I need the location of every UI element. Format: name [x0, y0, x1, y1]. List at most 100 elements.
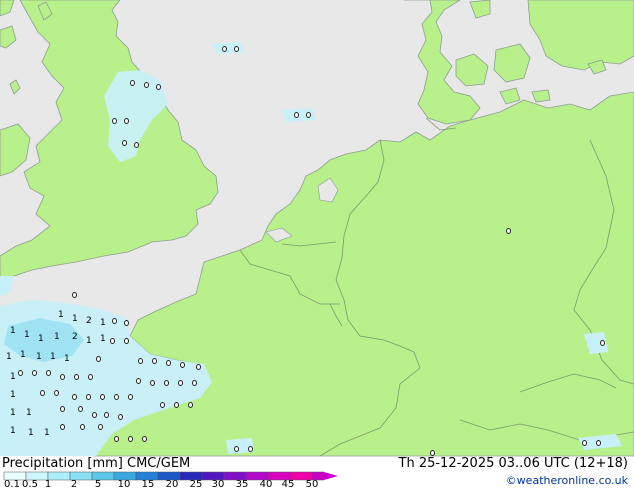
station-value-label: 1 — [44, 428, 50, 438]
rain-marker-icon — [46, 370, 51, 376]
rain-marker-icon — [294, 112, 299, 118]
rain-marker-icon — [124, 320, 129, 326]
rain-marker-icon — [96, 356, 101, 362]
rain-marker-icon — [136, 378, 141, 384]
map-title: Precipitation [mm] CMC/GEM — [2, 456, 191, 471]
legend-label: 0.1 — [4, 479, 20, 490]
station-value-label: 1 — [38, 334, 44, 344]
rain-marker-icon — [222, 46, 227, 52]
rain-marker-icon — [128, 394, 133, 400]
rain-marker-icon — [192, 380, 197, 386]
station-value-label: 1 — [10, 390, 16, 400]
rain-marker-icon — [32, 370, 37, 376]
rain-marker-icon — [112, 318, 117, 324]
station-value-label: 1 — [100, 334, 106, 344]
station-value-label: 1 — [20, 350, 26, 360]
rain-marker-icon — [72, 394, 77, 400]
legend-label: 25 — [189, 479, 203, 490]
legend-label: 5 — [94, 479, 102, 490]
rain-marker-icon — [128, 436, 133, 442]
rain-marker-icon — [100, 394, 105, 400]
credit-link[interactable]: ©weatheronline.co.uk — [506, 474, 628, 487]
rain-marker-icon — [188, 402, 193, 408]
legend-label: 2 — [70, 479, 78, 490]
rain-marker-icon — [74, 374, 79, 380]
legend-overflow-arrow — [324, 472, 338, 480]
rain-marker-icon — [92, 412, 97, 418]
rain-marker-icon — [582, 440, 587, 446]
legend-labels: 0.1 0.5 1 2 5 10 15 20 25 30 35 40 45 50 — [0, 480, 330, 490]
station-value-label: 2 — [86, 316, 92, 326]
station-value-label: 1 — [36, 352, 42, 362]
rain-marker-icon — [110, 338, 115, 344]
rain-marker-icon — [54, 390, 59, 396]
rain-marker-icon — [248, 446, 253, 452]
rain-marker-icon — [234, 46, 239, 52]
rain-marker-icon — [60, 424, 65, 430]
rain-marker-icon — [112, 118, 117, 124]
rain-marker-icon — [40, 390, 45, 396]
legend-label: 35 — [235, 479, 249, 490]
legend-label: 40 — [259, 479, 273, 490]
rain-marker-icon — [150, 380, 155, 386]
rain-marker-icon — [118, 414, 123, 420]
rain-marker-icon — [142, 436, 147, 442]
station-value-label: 1 — [72, 314, 78, 324]
station-value-label: 1 — [26, 408, 32, 418]
station-value-label: 1 — [86, 336, 92, 346]
rain-marker-icon — [164, 380, 169, 386]
rain-marker-icon — [134, 142, 139, 148]
rain-marker-icon — [60, 406, 65, 412]
rain-marker-icon — [306, 112, 311, 118]
rain-marker-icon — [144, 82, 149, 88]
rain-marker-icon — [196, 364, 201, 370]
rain-marker-icon — [174, 402, 179, 408]
rain-marker-icon — [178, 380, 183, 386]
station-value-label: 1 — [10, 408, 16, 418]
rain-marker-icon — [124, 338, 129, 344]
rain-marker-icon — [104, 412, 109, 418]
rain-marker-icon — [506, 228, 511, 234]
legend-label: 30 — [211, 479, 225, 490]
legend-label: 0.5 — [22, 479, 38, 490]
rain-marker-icon — [60, 374, 65, 380]
rain-marker-icon — [88, 374, 93, 380]
rain-marker-icon — [166, 360, 171, 366]
station-value-label: 1 — [6, 352, 12, 362]
station-value-label: 1 — [28, 428, 34, 438]
station-value-label: 1 — [100, 318, 106, 328]
station-value-label: 1 — [10, 326, 16, 336]
rain-marker-icon — [86, 394, 91, 400]
rain-marker-icon — [122, 140, 127, 146]
rain-marker-icon — [114, 394, 119, 400]
legend-label: 45 — [281, 479, 295, 490]
rain-marker-icon — [78, 406, 83, 412]
rain-marker-icon — [80, 424, 85, 430]
valid-time: Th 25-12-2025 03..06 UTC (12+18) — [398, 456, 629, 471]
rain-marker-icon — [72, 292, 77, 298]
station-value-label: 1 — [58, 310, 64, 320]
rain-marker-icon — [130, 80, 135, 86]
rain-marker-icon — [600, 340, 605, 346]
legend-label: 1 — [44, 479, 52, 490]
station-value-label: 1 — [10, 426, 16, 436]
legend-swatch — [47, 471, 71, 481]
station-value-label: 1 — [24, 330, 30, 340]
station-value-label: 1 — [64, 354, 70, 364]
legend-label: 50 — [305, 479, 319, 490]
rain-marker-icon — [138, 358, 143, 364]
precipitation-map: 11211111211111111111111 Precipitation [m… — [0, 0, 634, 490]
rain-marker-icon — [152, 358, 157, 364]
station-value-label: 2 — [72, 332, 78, 342]
rain-marker-icon — [160, 402, 165, 408]
legend-label: 10 — [117, 479, 131, 490]
station-value-label: 1 — [54, 332, 60, 342]
rain-marker-icon — [18, 370, 23, 376]
legend-label: 15 — [141, 479, 155, 490]
rain-marker-icon — [596, 440, 601, 446]
rain-marker-icon — [98, 424, 103, 430]
station-value-label: 1 — [10, 372, 16, 382]
rain-marker-icon — [234, 446, 239, 452]
legend-label: 20 — [165, 479, 179, 490]
rain-marker-icon — [114, 436, 119, 442]
